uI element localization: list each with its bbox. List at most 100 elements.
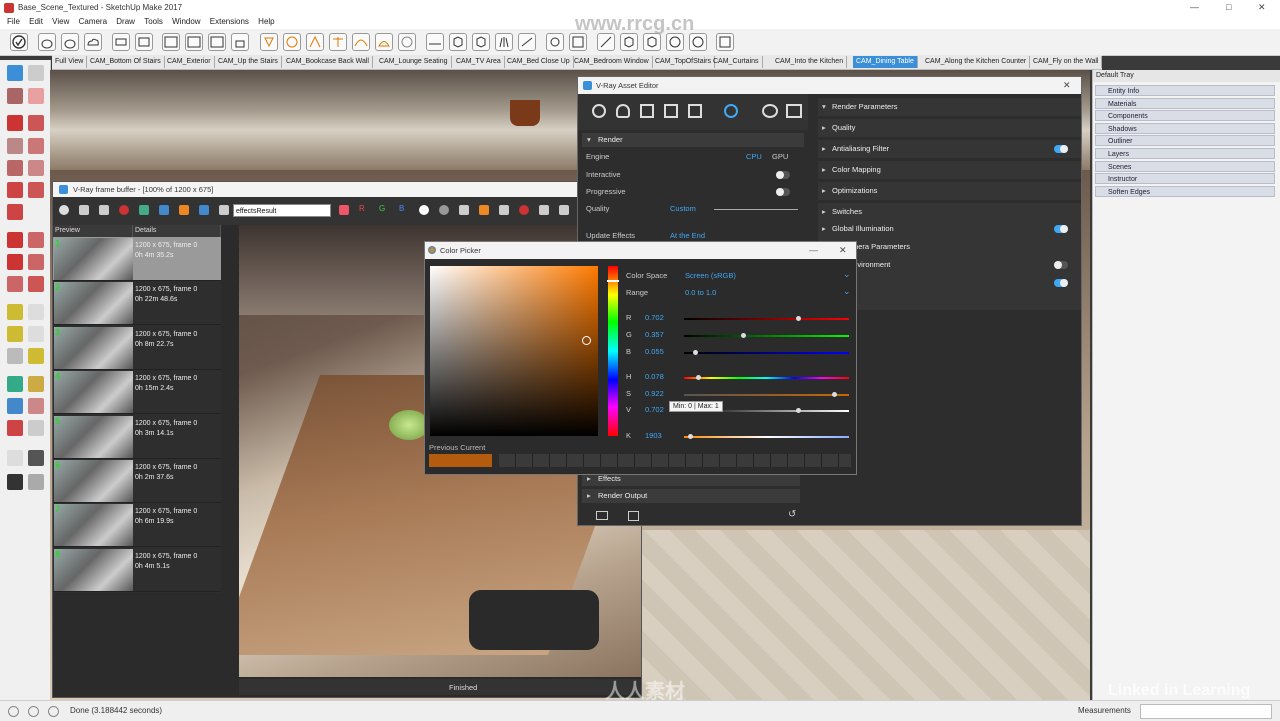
chevron-down-icon[interactable]: ⌄ — [843, 286, 851, 297]
lock-icon[interactable] — [231, 33, 249, 51]
save-image-icon[interactable] — [459, 205, 469, 215]
reset-icon[interactable]: ↺ — [788, 509, 796, 520]
menu-draw[interactable]: Draw — [116, 17, 135, 26]
select-tool-icon[interactable] — [7, 65, 23, 81]
open-folder-icon[interactable] — [596, 511, 608, 520]
scene-tab[interactable]: Full View — [52, 56, 88, 68]
section-toggle[interactable] — [1054, 145, 1068, 153]
fur-icon[interactable] — [495, 33, 513, 51]
channel-value-input[interactable]: 0.922 — [645, 389, 664, 398]
compare-icon[interactable] — [139, 205, 149, 215]
channel-value-input[interactable]: 0.078 — [645, 372, 664, 381]
three-point-arc-icon[interactable] — [7, 204, 23, 220]
render-param-section[interactable]: ▸ Antialiasing Filter — [818, 140, 1081, 158]
history-row[interactable]: 4 1200 x 675, frame 0 0h 15m 2.4s — [53, 370, 221, 415]
history-row[interactable]: 2 1200 x 675, frame 0 0h 22m 48.6s — [53, 281, 221, 326]
menu-edit[interactable]: Edit — [29, 17, 43, 26]
hue-strip[interactable] — [607, 266, 619, 436]
red-channel-button[interactable]: R — [359, 204, 365, 213]
clear-icon[interactable] — [119, 205, 129, 215]
channel-slider[interactable] — [684, 333, 849, 338]
custom-swatches[interactable] — [499, 454, 851, 467]
scene-tab[interactable]: CAM_TopOfStairs — [652, 56, 716, 68]
rect-light-icon[interactable] — [135, 33, 153, 51]
hue-marker[interactable] — [607, 280, 619, 282]
section-toggle[interactable] — [1054, 279, 1068, 287]
duplicate-icon[interactable] — [499, 205, 509, 215]
history-thumbnail[interactable] — [54, 548, 133, 591]
light-gen-icon[interactable] — [398, 33, 416, 51]
channel-slider[interactable] — [684, 350, 849, 355]
render-elements-icon[interactable] — [664, 104, 678, 118]
history-row[interactable]: 8 1200 x 675, frame 0 0h 4m 5.1s — [53, 548, 221, 592]
blue-channel-button[interactable]: B — [399, 204, 404, 213]
history-thumbnail[interactable] — [54, 238, 133, 280]
engine-cpu-button[interactable]: CPU — [746, 150, 762, 164]
save-all-icon[interactable] — [99, 205, 109, 215]
protractor-icon[interactable] — [7, 326, 23, 342]
axes-icon[interactable] — [7, 348, 23, 364]
slider-knob[interactable] — [687, 434, 693, 439]
render-section-header[interactable]: ▾ Render — [582, 133, 804, 147]
materials-icon[interactable] — [592, 104, 606, 118]
scene-tab[interactable]: CAM_Bookcase Back Wall — [283, 56, 373, 68]
follow-me-icon[interactable] — [28, 254, 44, 270]
tray-item[interactable]: Outliner — [1095, 135, 1275, 147]
history-thumbnail[interactable] — [54, 460, 133, 502]
history-row[interactable]: 3 1200 x 675, frame 0 0h 8m 22.7s — [53, 326, 221, 370]
teapot-settings-icon[interactable] — [61, 33, 79, 51]
slider-knob[interactable] — [696, 375, 702, 380]
render-param-section[interactable]: ▸ Quality — [818, 119, 1081, 137]
history-row[interactable]: 7 1200 x 675, frame 0 0h 6m 19.9s — [53, 503, 221, 548]
menu-help[interactable]: Help — [258, 17, 274, 26]
textures-icon[interactable] — [688, 104, 702, 118]
3d-text-icon[interactable] — [28, 348, 44, 364]
history-row[interactable]: 1 1200 x 675, frame 0 0h 4m 35.2s — [53, 237, 221, 281]
quality-value[interactable]: Custom — [670, 202, 696, 216]
menu-view[interactable]: View — [52, 17, 69, 26]
omni-light-icon[interactable] — [329, 33, 347, 51]
save-icon[interactable] — [79, 205, 89, 215]
make-component-icon[interactable] — [28, 65, 44, 81]
render-param-section[interactable]: ▸ed Camera Parameters — [818, 238, 1081, 256]
look-around-icon[interactable] — [28, 450, 44, 466]
zoom-window-icon[interactable] — [28, 398, 44, 414]
slider-knob[interactable] — [831, 392, 837, 397]
measurements-input[interactable] — [1140, 704, 1272, 719]
menu-icon[interactable] — [219, 205, 229, 215]
zoom-extents-icon[interactable] — [7, 420, 23, 436]
help-icon[interactable] — [48, 706, 59, 717]
proxy-export-icon[interactable] — [472, 33, 490, 51]
channel-slider[interactable] — [684, 392, 849, 397]
quality-slider[interactable] — [714, 209, 798, 210]
freehand-icon[interactable] — [28, 115, 44, 131]
render-param-section[interactable]: ▸ Color Mapping — [818, 161, 1081, 179]
spot-light-icon[interactable] — [260, 33, 278, 51]
section-plane-icon[interactable] — [28, 474, 44, 490]
menu-camera[interactable]: Camera — [79, 17, 107, 26]
slider-knob[interactable] — [796, 316, 802, 321]
render-teapot-icon[interactable] — [762, 104, 778, 118]
dome-light-icon[interactable] — [352, 33, 370, 51]
two-point-arc-icon[interactable] — [28, 182, 44, 198]
sunlight-icon[interactable] — [112, 33, 130, 51]
channel-value-input[interactable]: 0.357 — [645, 330, 664, 339]
track-mouse-icon[interactable] — [559, 205, 569, 215]
mono-icon[interactable] — [439, 205, 449, 215]
region-render-icon[interactable] — [539, 205, 549, 215]
scene-tab[interactable]: CAM_Up the Stairs — [215, 56, 282, 68]
history-thumbnail[interactable] — [54, 282, 133, 325]
text-tool-icon[interactable] — [28, 326, 44, 342]
saturation-value-field[interactable] — [430, 266, 598, 436]
load-image-icon[interactable] — [479, 205, 489, 215]
tray-item[interactable]: Scenes — [1095, 160, 1275, 172]
scene-tab[interactable]: CAM_Bedroom Window — [571, 56, 653, 68]
history-row[interactable]: 5 1200 x 675, frame 0 0h 3m 14.1s — [53, 415, 221, 459]
color-cursor[interactable] — [582, 336, 591, 345]
cloud-icon[interactable] — [84, 33, 102, 51]
tray-item[interactable]: Instructor — [1095, 173, 1275, 185]
history-row[interactable]: 6 1200 x 675, frame 0 0h 2m 37.6s — [53, 459, 221, 503]
paint-bucket-icon[interactable] — [7, 88, 23, 104]
maximize-icon[interactable]: □ — [1226, 2, 1231, 12]
position-camera-icon[interactable] — [7, 450, 23, 466]
